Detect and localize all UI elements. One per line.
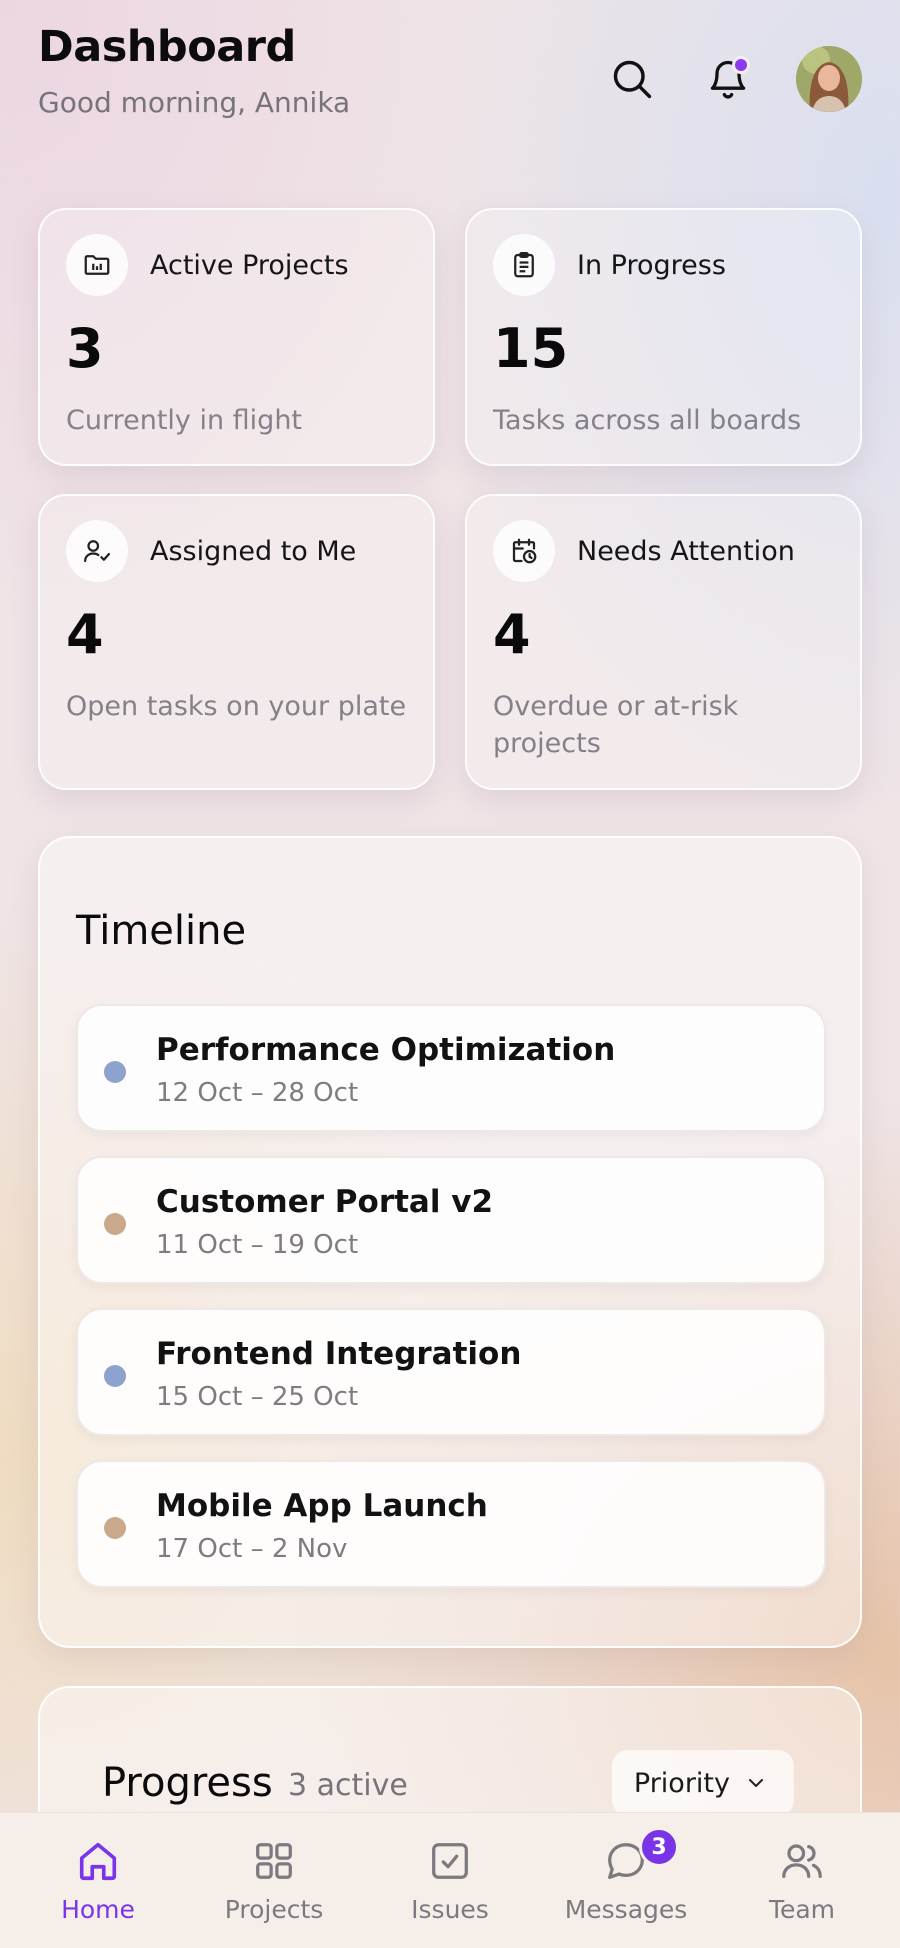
status-dot [104,1517,126,1539]
stat-card-assigned-to-me[interactable]: Assigned to Me 4 Open tasks on your plat… [38,494,435,790]
calendar-clock-icon [493,520,555,582]
timeline-item-dates: 15 Oct – 25 Oct [156,1382,359,1412]
status-dot [104,1365,126,1387]
timeline-item-name: Mobile App Launch [156,1488,488,1524]
nav-item-issues[interactable]: Issues [365,1833,535,1924]
avatar[interactable] [796,46,862,112]
stat-card-in-progress[interactable]: In Progress 15 Tasks across all boards [465,208,862,466]
timeline-item-dates: 12 Oct – 28 Oct [156,1078,359,1108]
timeline-item[interactable]: Performance Optimization 12 Oct – 28 Oct [76,1004,826,1132]
nav-label: Messages [564,1895,688,1924]
nav-label: Team [768,1895,836,1924]
user-avatar-icon [796,46,862,112]
users-icon [774,1833,830,1889]
grid-icon [246,1833,302,1889]
nav-label: Issues [411,1895,489,1924]
timeline-item[interactable]: Mobile App Launch 17 Oct – 2 Nov [76,1460,826,1588]
status-dot [104,1213,126,1235]
user-check-icon [66,520,128,582]
stat-label: Needs Attention [577,535,795,567]
nav-item-home[interactable]: Home [13,1833,183,1924]
clipboard-icon [493,234,555,296]
nav-label: Projects [224,1895,324,1924]
home-icon [70,1833,126,1889]
timeline-item[interactable]: Customer Portal v2 11 Oct – 19 Oct [76,1156,826,1284]
search-icon [613,60,652,99]
timeline-item-name: Customer Portal v2 [156,1184,494,1220]
stat-value: 3 [66,317,104,380]
timeline-item[interactable]: Frontend Integration 15 Oct – 25 Oct [76,1308,826,1436]
priority-sort-dropdown[interactable]: Priority [611,1750,794,1816]
timeline-title: Timeline [76,908,247,954]
progress-subtitle: 3 active [288,1768,408,1803]
timeline-item-dates: 11 Oct – 19 Oct [156,1230,359,1260]
stat-description: Currently in flight [66,405,303,436]
priority-label: Priority [633,1767,730,1799]
nav-item-projects[interactable]: Projects [189,1833,359,1924]
stat-description: Tasks across all boards [493,405,802,436]
timeline-item-dates: 17 Oct – 2 Nov [156,1534,348,1564]
progress-title: Progress [102,1760,273,1806]
stat-label: In Progress [577,249,726,281]
nav-item-team[interactable]: Team [717,1833,887,1924]
stat-label: Assigned to Me [150,535,357,567]
stat-value: 4 [493,603,531,666]
header: Dashboard Good morning, Annika [38,22,862,132]
timeline-item-name: Performance Optimization [156,1032,616,1068]
folder-chart-icon [66,234,128,296]
search-button[interactable] [604,51,660,107]
stat-label: Active Projects [150,249,349,281]
status-dot [104,1061,126,1083]
notification-dot [732,56,750,74]
stat-description: Open tasks on your plate [66,691,407,722]
nav-label: Home [61,1895,135,1924]
chevron-down-icon [749,1779,763,1787]
timeline-item-name: Frontend Integration [156,1336,522,1372]
notifications-button[interactable] [700,51,756,107]
stat-description: Overdue or at-risk projects [493,691,739,759]
unread-badge: 3 [639,1827,679,1867]
stat-value: 4 [66,603,104,666]
bottom-nav: Home Projects Issues 3 Messages Team [0,1812,900,1948]
header-actions [604,46,862,112]
stat-card-active-projects[interactable]: Active Projects 3 Currently in flight [38,208,435,466]
nav-item-messages[interactable]: 3 Messages [541,1827,711,1924]
stat-value: 15 [493,317,569,380]
timeline-card: Timeline Performance Optimization 12 Oct… [38,836,862,1648]
stat-card-needs-attention[interactable]: Needs Attention 4 Overdue or at-risk pro… [465,494,862,790]
checkbox-icon [422,1833,478,1889]
